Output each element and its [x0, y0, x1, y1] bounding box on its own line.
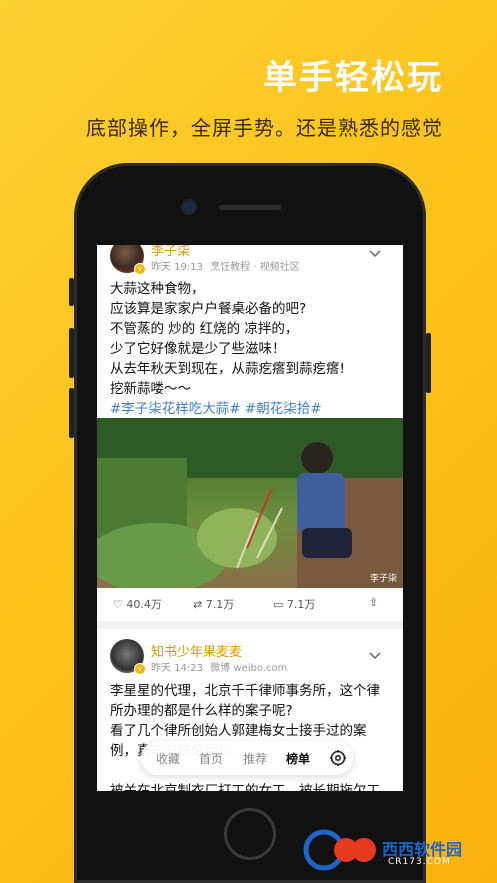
post-line: 挖新蒜喽～～: [110, 381, 191, 397]
post-line: 应该算是家家户户餐桌必备的吧?: [110, 301, 307, 317]
chevron-down-icon[interactable]: [369, 649, 381, 663]
comment-button[interactable]: ▭ 7.1万: [273, 596, 315, 612]
video-caption: 李子柒: [369, 574, 397, 584]
post-line: 看了几个律所创始人郭建梅女士接手过的案: [110, 723, 367, 739]
front-camera: [183, 201, 195, 213]
post-line: 不管蒸的 炒的 红烧的 凉拌的，: [110, 321, 299, 337]
repost-button[interactable]: ⇄ 7.1万: [193, 596, 234, 612]
app-screen: v 李子柒 昨天 19:13 烹饪教程 · 视频社区 大蒜这种食物， 应该算是家…: [97, 245, 403, 791]
settings-icon[interactable]: [329, 749, 347, 771]
avatar[interactable]: v: [110, 639, 146, 675]
like-count: 40.4万: [126, 598, 162, 611]
nav-ranking[interactable]: 榜单: [286, 750, 310, 767]
like-button[interactable]: ♡ 40.4万: [113, 596, 162, 612]
comment-icon: ▭: [273, 598, 284, 611]
post-time: 昨天 19:13: [151, 262, 203, 273]
post-time: 昨天 14:23: [151, 663, 203, 674]
post-meta: 昨天 19:13 烹饪教程 · 视频社区: [151, 258, 300, 273]
avatar[interactable]: v: [110, 245, 146, 275]
post-author[interactable]: 李子柒: [151, 245, 190, 259]
feed-divider: [97, 621, 403, 629]
home-button[interactable]: [224, 808, 276, 860]
comment-count: 7.1万: [286, 598, 316, 611]
post-video-thumbnail[interactable]: 李子柒: [97, 418, 403, 588]
post-line: 李星星的代理，北京千千律师事务所，这个律: [110, 683, 380, 699]
share-icon: ⇪: [369, 596, 379, 609]
post-actions: ♡ 40.4万 ⇄ 7.1万 ▭ 7.1万 ⇪: [97, 589, 403, 619]
post-line: 少了它好像就是少了些滋味！: [110, 341, 286, 357]
chevron-down-icon[interactable]: [369, 247, 381, 261]
post-line: 大蒜这种食物，: [110, 281, 205, 297]
nav-recommend[interactable]: 推荐: [243, 750, 267, 767]
nav-favorites[interactable]: 收藏: [156, 750, 180, 767]
volume-up-button: [69, 328, 74, 378]
watermark-site: CR173.COM: [388, 857, 451, 867]
repost-count: 7.1万: [205, 598, 235, 611]
post-body: 大蒜这种食物， 应该算是家家户户餐桌必备的吧? 不管蒸的 炒的 红烧的 凉拌的，…: [110, 279, 396, 419]
share-button[interactable]: ⇪: [369, 596, 378, 609]
phone-frame: v 李子柒 昨天 19:13 烹饪教程 · 视频社区 大蒜这种食物， 应该算是家…: [69, 163, 431, 883]
heart-icon: ♡: [113, 598, 123, 611]
verified-icon: v: [134, 263, 146, 275]
post-line: 被关在北京制衣厂打工的女工，被长期拖欠工: [110, 783, 380, 791]
post-hashtags[interactable]: #李子柒花样吃大蒜# #朝花柒拾#: [110, 399, 396, 419]
post-meta: 昨天 14:23 微博 weibo.com: [151, 659, 287, 674]
promo-subline: 底部操作，全屏手势。还是熟悉的感觉: [86, 116, 443, 140]
verified-icon: v: [134, 663, 146, 675]
post-author[interactable]: 知书少年果麦麦: [151, 641, 242, 660]
power-button: [426, 333, 431, 393]
nav-home[interactable]: 首页: [199, 750, 223, 767]
post-source: 微博 weibo.com: [210, 663, 288, 674]
weibo-post[interactable]: v 李子柒 昨天 19:13 烹饪教程 · 视频社区 大蒜这种食物， 应该算是家…: [97, 245, 403, 621]
post-line: 从去年秋天到现在，从蒜疙瘩到蒜疙瘩!: [110, 361, 345, 377]
volume-down-button: [69, 388, 74, 438]
post-source: 烹饪教程 · 视频社区: [210, 262, 300, 273]
repost-icon: ⇄: [193, 598, 203, 611]
site-watermark: 西西软件园 CR173.COM: [300, 828, 480, 874]
promo-headline: 单手轻松玩: [263, 58, 443, 98]
earpiece-speaker: [219, 205, 281, 210]
post-line: 所办理的都是什么样的案子呢?: [110, 703, 293, 719]
mute-switch: [69, 278, 74, 306]
bottom-navigation: 收藏 首页 推荐 榜单: [141, 741, 353, 775]
